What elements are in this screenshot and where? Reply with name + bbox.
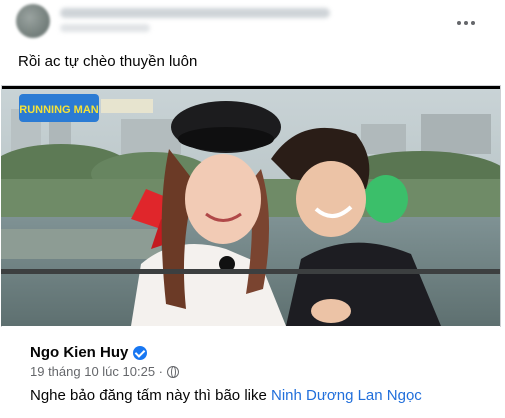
shared-post-info: Ngo Kien Huy 19 tháng 10 lúc 10:25 · Ngh… [1,327,501,418]
post-meta-blurred [60,24,150,32]
verified-badge-icon [133,345,148,360]
more-horizontal-icon [457,21,461,25]
shared-timestamp[interactable]: 19 tháng 10 lúc 10:25 · [30,364,163,379]
shared-caption-text: Nghe bảo đăng tấm này thì bão like [30,387,271,404]
shared-author-name[interactable]: Ngo Kien Huy [30,344,128,361]
post-header [0,0,505,46]
shared-photo[interactable]: RUNNING MAN [1,89,500,326]
author-avatar[interactable] [16,4,50,38]
mention-link[interactable]: Ninh Dương Lan Ngọc [271,387,422,404]
author-name-blurred[interactable] [60,8,330,18]
post-text: Rồi ac tự chèo thuyền luôn [18,53,198,70]
svg-text:RUNNING MAN: RUNNING MAN [19,104,98,116]
shared-caption: Nghe bảo đăng tấm này thì bão like Ninh … [30,387,422,404]
globe-icon [167,365,179,378]
more-options-button[interactable] [453,10,479,36]
photo-illustration: RUNNING MAN [1,89,500,326]
